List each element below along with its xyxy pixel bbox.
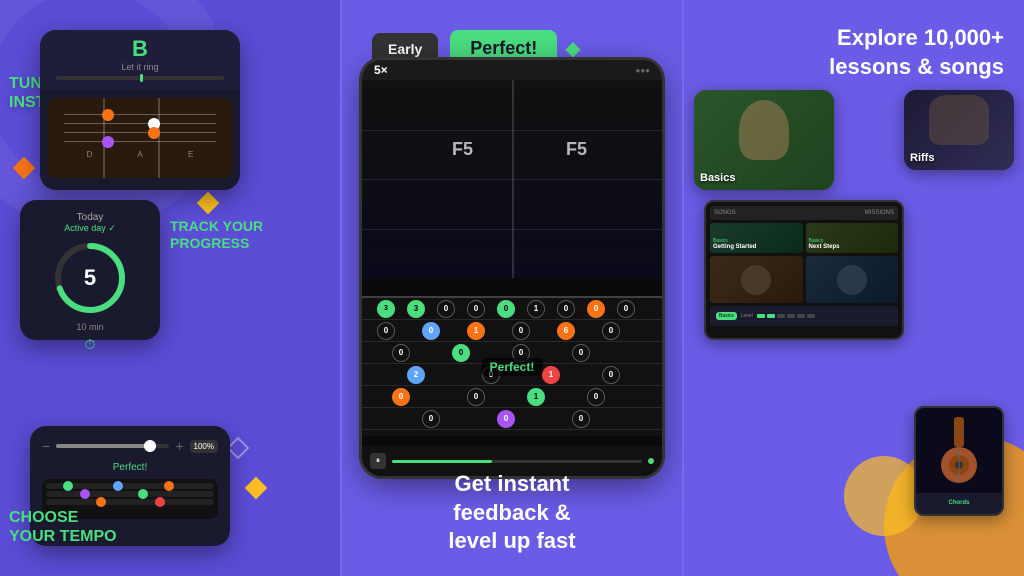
tablet-cell-4[interactable] (806, 256, 899, 303)
diamond-decoration-3 (227, 437, 250, 460)
tablet-footer: Basics Level (710, 306, 898, 326)
progress-today: Today (32, 212, 148, 223)
tab-string-row-2: 0 0 1 0 6 0 (362, 320, 662, 342)
guitar-strings: D A E (48, 98, 232, 178)
tempo-perfect: Perfect! (42, 462, 218, 473)
tab-background: F5 F5 (362, 80, 662, 278)
progress-card: Today Active day ✓ 5 10 min ⏱ (20, 200, 160, 340)
phone-status-bar: 5× ●●● (362, 60, 662, 80)
tablet-content: SONGS MISSIONS Basics Getting Started Ba… (706, 202, 902, 338)
tablet-cell-3[interactable] (710, 256, 803, 303)
level-dot-4 (787, 314, 795, 318)
phone-mockup: 5× ●●● F5 F5 3 (362, 60, 662, 476)
guitar-string-4 (64, 141, 216, 142)
progress-indicator (648, 458, 654, 464)
tuner-subtitle: Let it ring (46, 62, 234, 72)
f5-label-right: F5 (566, 139, 587, 160)
small-phone-content (916, 408, 1002, 493)
diamond-decoration-4 (245, 477, 268, 500)
guitar-tab-view: F5 F5 3 3 0 0 0 1 0 0 (362, 80, 662, 476)
small-phone-footer: Chords (916, 493, 1002, 514)
yellow-circle-decoration (844, 456, 924, 536)
tablet-cell-1[interactable]: Basics Getting Started (710, 223, 803, 253)
guitar-string-3 (64, 132, 216, 133)
chords-label: Chords (949, 500, 970, 506)
play-pause-button[interactable]: ⏸ (370, 453, 386, 469)
middle-panel: Early Perfect! ◆ A bit late 5× ●●● F5 (340, 0, 684, 576)
level-dot-6 (807, 314, 815, 318)
tempo-speed-badge: 100% (190, 440, 218, 453)
tuner-header: B Let it ring (40, 30, 240, 90)
tab-strings-container: 3 3 0 0 0 1 0 0 0 0 0 1 (362, 296, 662, 436)
guitar-string-1 (64, 114, 216, 115)
tablet-grid: Basics Getting Started Basics Next Steps (710, 223, 898, 303)
level-dot-1 (757, 314, 765, 318)
tempo-slider-track[interactable] (56, 444, 169, 448)
diamond-decoration-1 (13, 157, 36, 180)
tablet-cell-1-label: Getting Started (713, 244, 756, 251)
lesson-card-riffs[interactable]: Riffs (904, 90, 1014, 170)
perfect-flash-label: Perfect! (482, 358, 543, 376)
level-dots (757, 314, 815, 318)
level-label: Level (741, 313, 753, 319)
small-phone-mockup: Chords (914, 406, 1004, 516)
riffs-card-label: Riffs (910, 152, 934, 164)
level-dot-3 (777, 314, 785, 318)
tab-string-row-5: 0 0 1 0 (362, 386, 662, 408)
guitar-illustration (934, 415, 984, 485)
basics-card-label: Basics (700, 172, 735, 184)
tablet-mockup: SONGS MISSIONS Basics Getting Started Ba… (704, 200, 904, 340)
divider-line (512, 80, 514, 278)
tempo-lane-1 (46, 483, 214, 489)
tab-string-row-1: 3 3 0 0 0 1 0 0 0 (362, 298, 662, 320)
tempo-lane-2 (46, 491, 214, 497)
tempo-slider-row: − + 100% (42, 438, 218, 454)
speed-badge: 5× (374, 63, 388, 77)
basics-pill: Basics (716, 312, 737, 320)
bottom-heading: Get instant feedback & level up fast (342, 470, 682, 556)
progress-bar[interactable] (392, 460, 642, 463)
level-dot-5 (797, 314, 805, 318)
progress-circle: 5 (50, 238, 130, 318)
f5-label-left: F5 (452, 139, 473, 160)
right-panel: Explore 10,000+ lessons & songs Basics R… (684, 0, 1024, 576)
explore-title: Explore 10,000+ lessons & songs (829, 24, 1004, 81)
tablet-cell-2[interactable]: Basics Next Steps (806, 223, 899, 253)
tuner-note: B (46, 36, 234, 62)
tablet-cell-2-label: Next Steps (809, 244, 840, 251)
tuner-bar (56, 76, 224, 80)
tab-string-row-6: 0 0 0 (362, 408, 662, 430)
lesson-card-basics[interactable]: Basics (694, 90, 834, 190)
tempo-lanes (42, 479, 218, 509)
progress-active: Active day ✓ (32, 223, 148, 234)
tablet-songs-header: SONGS MISSIONS (710, 206, 898, 220)
bottom-text: Get instant feedback & level up fast (342, 470, 682, 556)
left-panel: TUNE YOUR INSTRUMENT B Let it ring (0, 0, 340, 576)
guitar-string-2 (64, 123, 216, 124)
feedback-diamond-icon: ◆ (565, 36, 580, 61)
diamond-decoration-2 (197, 192, 220, 215)
tuner-card: B Let it ring D (40, 30, 240, 190)
tempo-label: CHOOSE YOUR TEMPO (9, 508, 117, 546)
progress-number: 5 (84, 265, 96, 291)
track-label: TRACK YOUR PROGRESS (170, 218, 263, 252)
level-dot-2 (767, 314, 775, 318)
guitar-neck: D A E (48, 98, 232, 178)
progress-minutes: 10 min (32, 322, 148, 332)
tempo-lane-3 (46, 499, 214, 505)
